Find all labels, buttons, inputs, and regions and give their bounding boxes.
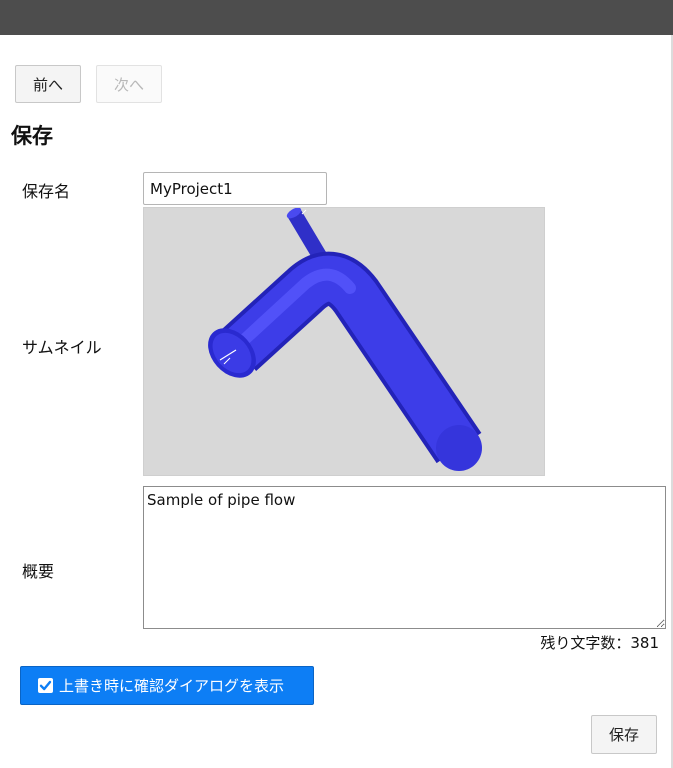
save-name-input[interactable] bbox=[143, 172, 327, 205]
top-bar bbox=[0, 0, 673, 35]
next-button[interactable]: 次へ bbox=[96, 65, 162, 103]
page-title: 保存 bbox=[11, 124, 53, 148]
remaining-chars-counter: 残り文字数：381 bbox=[540, 634, 659, 652]
save-name-label: 保存名 bbox=[22, 182, 71, 201]
confirm-dialog-label: 上書き時に確認ダイアログを表示 bbox=[59, 677, 285, 695]
check-icon[interactable] bbox=[38, 678, 53, 693]
prev-button[interactable]: 前へ bbox=[15, 65, 81, 103]
confirm-dialog-toggle[interactable]: 上書き時に確認ダイアログを表示 bbox=[20, 666, 314, 705]
pipe-model-render bbox=[208, 207, 482, 471]
description-textarea[interactable]: Sample of pipe flow bbox=[143, 486, 666, 629]
thumbnail-image bbox=[143, 207, 545, 476]
description-label: 概要 bbox=[22, 562, 55, 581]
save-button[interactable]: 保存 bbox=[591, 715, 657, 754]
thumbnail-label: サムネイル bbox=[22, 338, 102, 357]
